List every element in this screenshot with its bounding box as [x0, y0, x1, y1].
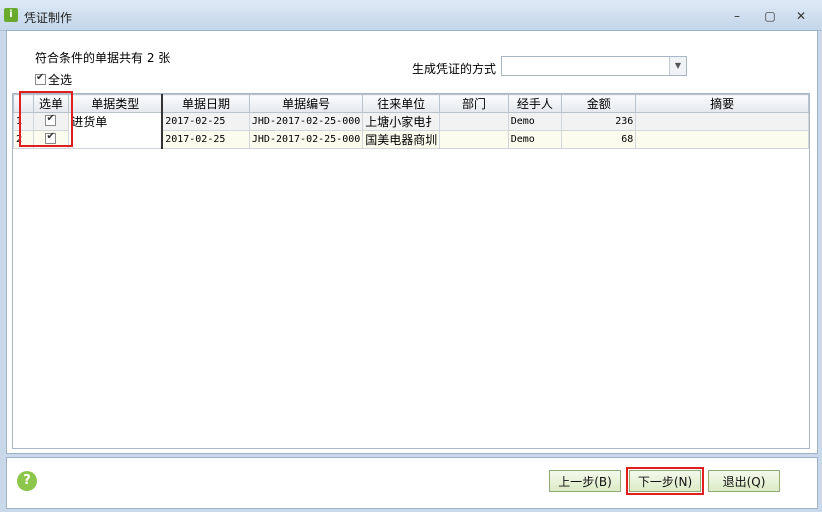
- exit-button[interactable]: 退出(Q): [708, 470, 780, 492]
- doc-number-cell: JHD-2017-02-25-000: [248, 112, 364, 131]
- close-icon[interactable]: ✕: [793, 9, 809, 23]
- doc-type-cell: 进货单: [68, 112, 163, 149]
- window-title: 凭证制作: [24, 11, 73, 25]
- checkbox-checked-icon[interactable]: [45, 114, 57, 126]
- row-number: 1: [13, 112, 34, 131]
- column-header-select[interactable]: 选单: [32, 94, 70, 113]
- department-cell: [439, 130, 509, 149]
- handler-cell: Demo: [507, 112, 563, 131]
- minimize-icon[interactable]: –: [729, 9, 745, 23]
- amount-cell: 236: [561, 112, 637, 131]
- prev-step-button[interactable]: 上一步(B): [549, 470, 621, 492]
- column-header-memo[interactable]: 摘要: [635, 94, 809, 113]
- row-number-header: [13, 94, 34, 113]
- title-bar: i 凭证制作 – ▢ ✕: [0, 0, 822, 31]
- chevron-down-icon[interactable]: ▼: [669, 57, 686, 75]
- checkbox-checked-icon[interactable]: [45, 132, 57, 144]
- column-header-doc-type[interactable]: 单据类型: [68, 94, 163, 113]
- department-cell: [439, 112, 509, 131]
- main-panel: 符合条件的单据共有 2 张 全选 生成凭证的方式 ▼ 选单 单据类型 单据日期 …: [6, 30, 818, 454]
- amount-cell: 68: [561, 130, 637, 149]
- doc-date-cell: 2017-02-25: [161, 112, 250, 131]
- voucher-method-select[interactable]: ▼: [501, 56, 687, 76]
- bottom-bar: ? 上一步(B) 下一步(N) 退出(Q): [6, 457, 818, 509]
- table-header-row: 选单 单据类型 单据日期 单据编号 往来单位 部门 经手人 金额 摘要: [13, 94, 809, 113]
- column-header-department[interactable]: 部门: [439, 94, 509, 113]
- app-icon: i: [4, 8, 18, 22]
- memo-cell[interactable]: [635, 130, 809, 149]
- document-count-text: 符合条件的单据共有 2 张: [35, 51, 171, 65]
- document-grid: 选单 单据类型 单据日期 单据编号 往来单位 部门 经手人 金额 摘要 1 进货…: [12, 91, 810, 449]
- column-header-partner[interactable]: 往来单位: [362, 94, 441, 113]
- voucher-method-label: 生成凭证的方式: [412, 62, 497, 76]
- doc-date-cell: 2017-02-25: [161, 130, 250, 149]
- column-header-doc-number[interactable]: 单据编号: [248, 94, 364, 113]
- next-step-button[interactable]: 下一步(N): [626, 467, 704, 495]
- help-icon[interactable]: ?: [17, 471, 37, 491]
- column-header-doc-date[interactable]: 单据日期: [161, 94, 250, 113]
- column-header-handler[interactable]: 经手人: [507, 94, 563, 113]
- row-select-checkbox[interactable]: [32, 112, 70, 131]
- column-header-amount[interactable]: 金额: [561, 94, 637, 113]
- row-select-checkbox[interactable]: [32, 130, 70, 149]
- memo-cell[interactable]: [635, 112, 809, 131]
- maximize-icon[interactable]: ▢: [762, 9, 778, 23]
- select-all-label: 全选: [48, 73, 73, 87]
- doc-number-cell: JHD-2017-02-25-000: [248, 130, 364, 149]
- document-table: 选单 单据类型 单据日期 单据编号 往来单位 部门 经手人 金额 摘要 1 进货…: [13, 94, 809, 149]
- handler-cell: Demo: [507, 130, 563, 149]
- checkbox-checked-icon[interactable]: [35, 72, 46, 85]
- partner-cell: 国美电器商圳: [362, 130, 441, 149]
- row-number: 2: [13, 130, 34, 149]
- select-all-checkbox[interactable]: 全选: [35, 71, 72, 88]
- table-row[interactable]: 1 进货单 2017-02-25 JHD-2017-02-25-000 上塘小家…: [13, 112, 809, 149]
- partner-cell: 上塘小家电扌: [362, 112, 441, 131]
